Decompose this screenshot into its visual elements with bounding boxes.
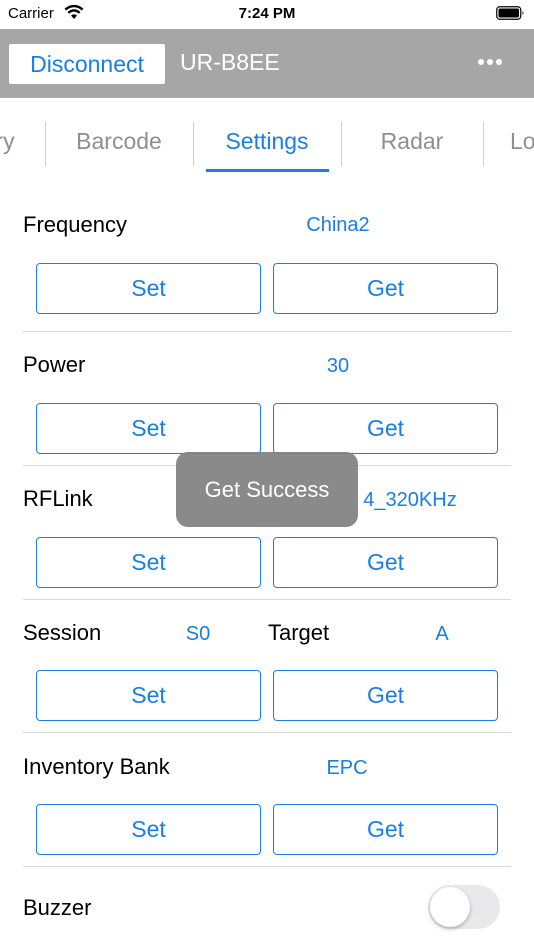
session-value: S0 — [185, 623, 211, 645]
rflink-get-button[interactable]: Get — [273, 537, 498, 588]
tab-inventory[interactable]: ry — [0, 128, 18, 155]
inventory-bank-label: Inventory Bank — [23, 754, 170, 779]
session-label: Session — [23, 620, 102, 645]
status-time: 7:24 PM — [238, 5, 296, 22]
power-value: 30 — [326, 355, 350, 377]
tab-separator — [483, 122, 484, 166]
power-label: Power — [23, 352, 86, 377]
tab-locate[interactable]: Lo — [510, 128, 534, 155]
buzzer-toggle[interactable] — [428, 885, 500, 929]
power-get-button[interactable]: Get — [273, 403, 498, 454]
buzzer-label: Buzzer — [23, 895, 92, 920]
rflink-label: RFLink — [23, 486, 93, 511]
more-icon[interactable] — [478, 59, 504, 67]
tab-barcode[interactable]: Barcode — [46, 128, 192, 155]
toggle-knob — [430, 887, 470, 927]
tab-settings[interactable]: Settings — [194, 128, 340, 155]
frequency-label: Frequency — [23, 212, 127, 237]
frequency-set-button[interactable]: Set — [36, 263, 261, 314]
toast-message: Get Success — [176, 452, 358, 527]
target-value: A — [435, 623, 449, 645]
active-tab-indicator — [206, 169, 329, 172]
tab-bar: ry Barcode Settings Radar Lo — [0, 98, 534, 175]
frequency-value: China2 — [306, 214, 370, 236]
divider — [23, 866, 511, 867]
rflink-value: 4_320KHz — [363, 489, 457, 511]
divider — [23, 732, 511, 733]
frequency-get-button[interactable]: Get — [273, 263, 498, 314]
power-set-button[interactable]: Set — [36, 403, 261, 454]
disconnect-button[interactable]: Disconnect — [9, 44, 165, 84]
battery-icon — [496, 6, 524, 20]
session-set-button[interactable]: Set — [36, 670, 261, 721]
status-bar: Carrier 7:24 PM — [0, 0, 534, 29]
tab-radar[interactable]: Radar — [342, 128, 482, 155]
inventory-bank-value: EPC — [326, 757, 368, 779]
inventory-bank-set-button[interactable]: Set — [36, 804, 261, 855]
target-label: Target — [268, 620, 330, 645]
rflink-set-button[interactable]: Set — [36, 537, 261, 588]
device-name: UR-B8EE — [180, 49, 280, 75]
divider — [23, 599, 511, 600]
session-get-button[interactable]: Get — [273, 670, 498, 721]
inventory-bank-get-button[interactable]: Get — [273, 804, 498, 855]
divider — [23, 331, 511, 332]
nav-bar: Disconnect UR-B8EE — [0, 29, 534, 98]
